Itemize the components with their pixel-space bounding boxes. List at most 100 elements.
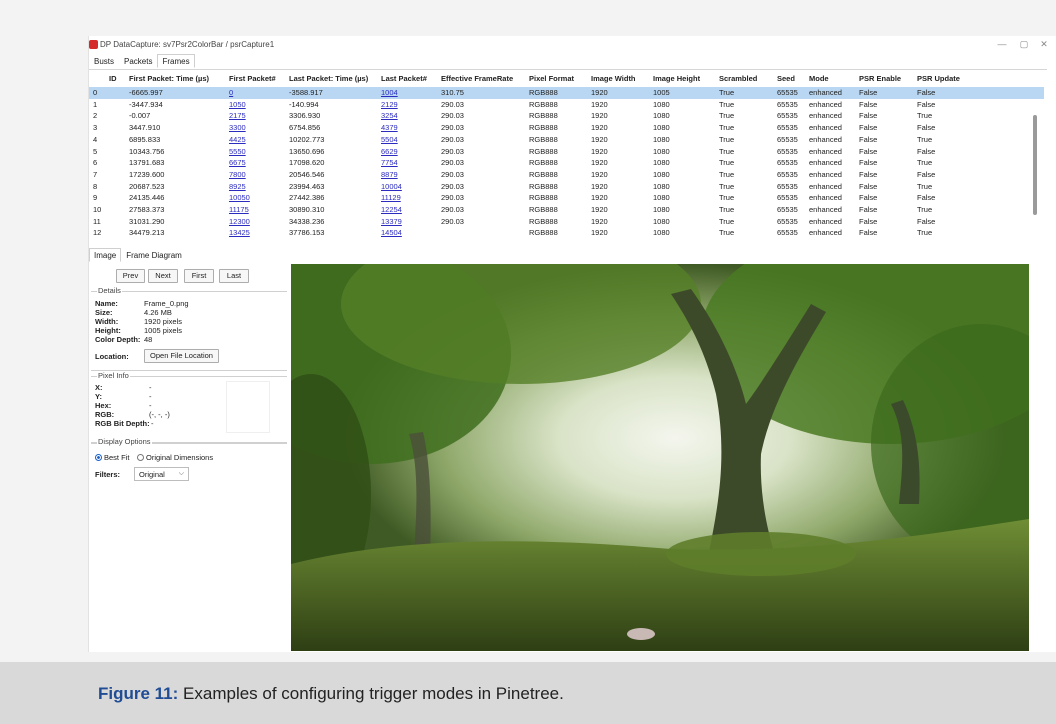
table-cell: 65535	[777, 88, 798, 97]
frame-image-preview[interactable]	[291, 264, 1029, 651]
packet-link[interactable]: 7800	[229, 170, 246, 179]
table-cell: RGB888	[529, 88, 558, 97]
packet-link[interactable]: 13425	[229, 228, 250, 237]
table-cell: 0	[93, 88, 98, 97]
table-cell: 1920	[591, 99, 608, 109]
packet-link[interactable]: 0	[229, 88, 233, 97]
table-cell: 1080	[653, 99, 670, 109]
packet-link[interactable]: 5550	[229, 147, 246, 156]
original-dimensions-radio[interactable]: Original Dimensions	[137, 453, 213, 462]
packet-link[interactable]: 5504	[381, 135, 398, 144]
table-cell: True	[719, 99, 735, 109]
table-row[interactable]: 1 -3447.934 1050 -140.994 2129 290.03 RGB888 19…	[89, 99, 1044, 111]
table-cell: 65535	[777, 123, 798, 133]
packet-link[interactable]: 1004	[381, 88, 398, 97]
packet-link[interactable]: 6675	[229, 158, 246, 167]
table-cell: 23994.463	[289, 181, 325, 191]
packet-link[interactable]: 8879	[381, 170, 398, 179]
table-row[interactable]: 8 20687.523 8925 23994.463 10004 290.03 RGB888…	[89, 181, 1044, 193]
packet-link[interactable]: 4425	[229, 135, 246, 144]
table-cell: 17239.600	[129, 169, 165, 179]
packet-link[interactable]: 12300	[229, 217, 250, 226]
table-cell: 65535	[777, 169, 798, 179]
table-row[interactable]: 9 24135.446 10050 27442.386 11129 290.03 RGB88…	[89, 192, 1044, 204]
x-value: -	[149, 383, 152, 392]
column-header[interactable]: PSR Enable	[859, 74, 901, 83]
next-button[interactable]: Next	[148, 269, 178, 283]
column-header[interactable]: Pixel Format	[529, 74, 574, 83]
table-row[interactable]: 7 17239.600 7800 20546.546 8879 290.03 RGB888 1…	[89, 169, 1044, 181]
table-cell: 290.03	[441, 169, 464, 179]
packet-link[interactable]: 12254	[381, 205, 402, 214]
column-header[interactable]: Image Height	[653, 74, 700, 83]
column-header[interactable]: Seed	[777, 74, 795, 83]
packet-link[interactable]: 10004	[381, 182, 402, 191]
tab-frames[interactable]: Frames	[157, 54, 195, 68]
column-header[interactable]: Scrambled	[719, 74, 757, 83]
prev-button[interactable]: Prev	[116, 269, 145, 283]
table-cell: 290.03	[441, 158, 464, 168]
packet-link[interactable]: 6629	[381, 147, 398, 156]
table-row[interactable]: 12 34479.213 13425 37786.153 14504 RGB888 1920…	[89, 227, 1044, 239]
close-button[interactable]: ✕	[1037, 39, 1051, 50]
table-cell: 290.03	[441, 146, 464, 156]
column-header[interactable]: Last Packet#	[381, 74, 427, 83]
table-row[interactable]: 4 6895.833 4425 10202.773 5504 290.03 RGB888 19…	[89, 134, 1044, 146]
packet-link[interactable]: 14504	[381, 228, 402, 237]
table-row[interactable]: 5 10343.756 5550 13650.696 6629 290.03 RGB888 1…	[89, 146, 1044, 158]
column-header[interactable]: PSR Update	[917, 74, 960, 83]
app-logo-icon	[89, 40, 98, 49]
table-cell: True	[719, 169, 735, 179]
packet-link[interactable]: 3300	[229, 123, 246, 132]
first-button[interactable]: First	[184, 269, 214, 283]
table-row[interactable]: 11 31031.290 12300 34338.236 13379 290.03 RGB8…	[89, 216, 1044, 228]
table-row[interactable]: 0 -6665.997 0 -3588.917 1004 310.75 RGB888 1920…	[89, 87, 1044, 99]
table-cell: 1920	[591, 181, 608, 191]
best-fit-radio[interactable]: Best Fit	[95, 453, 129, 462]
packet-link[interactable]: 11175	[229, 205, 249, 214]
table-cell: RGB888	[529, 146, 558, 156]
tab-image[interactable]: Image	[89, 248, 122, 262]
packet-link[interactable]: 11129	[381, 193, 401, 202]
table-cell: 65535	[777, 146, 798, 156]
table-cell: 34479.213	[129, 228, 165, 238]
table-cell: False	[917, 99, 936, 109]
packet-link[interactable]: 8925	[229, 182, 246, 191]
table-row[interactable]: 2 -0.007 2175 3306.930 3254 290.03 RGB888 1920 1…	[89, 110, 1044, 122]
table-row[interactable]: 10 27583.373 11175 30890.310 12254 290.03 RGB8…	[89, 204, 1044, 216]
table-cell: 10	[93, 205, 102, 214]
column-header[interactable]: ID	[109, 74, 117, 83]
packet-link[interactable]: 2129	[381, 100, 398, 109]
last-button[interactable]: Last	[219, 269, 249, 283]
table-cell: True	[719, 193, 735, 203]
maximize-button[interactable]: ▢	[1017, 39, 1031, 50]
packet-link[interactable]: 4379	[381, 123, 398, 132]
column-header[interactable]: Mode	[809, 74, 829, 83]
table-cell: 37786.153	[289, 228, 325, 238]
table-row[interactable]: 6 13791.683 6675 17098.620 7754 290.03 RGB888 1…	[89, 157, 1044, 169]
table-row[interactable]: 3 3447.910 3300 6754.856 4379 290.03 RGB888 192…	[89, 122, 1044, 134]
height-value: 1005 pixels	[144, 326, 182, 335]
minimize-button[interactable]: —	[995, 39, 1009, 49]
table-cell: RGB888	[529, 205, 558, 214]
table-cell: -3588.917	[289, 88, 323, 97]
tab-frame-diagram[interactable]: Frame Diagram	[121, 248, 187, 262]
tab-packets[interactable]: Packets	[119, 54, 157, 68]
packet-link[interactable]: 7754	[381, 158, 398, 167]
tab-bursts[interactable]: Busts	[89, 54, 119, 68]
column-header[interactable]: First Packet#	[229, 74, 276, 83]
packet-link[interactable]: 1050	[229, 100, 246, 109]
packet-link[interactable]: 13379	[381, 217, 402, 226]
filters-dropdown[interactable]: Original ⌵	[134, 467, 189, 481]
column-header[interactable]: First Packet: Time (µs)	[129, 74, 209, 83]
table-cell: 65535	[777, 205, 798, 214]
column-header[interactable]: Effective FrameRate	[441, 74, 513, 83]
column-header[interactable]: Image Width	[591, 74, 636, 83]
column-header[interactable]: Last Packet: Time (µs)	[289, 74, 368, 83]
vertical-scrollbar[interactable]	[1033, 115, 1037, 215]
packet-link[interactable]: 10050	[229, 193, 250, 202]
table-cell: RGB888	[529, 99, 558, 109]
open-file-location-button[interactable]: Open File Location	[144, 349, 219, 363]
packet-link[interactable]: 2175	[229, 111, 246, 120]
packet-link[interactable]: 3254	[381, 111, 398, 120]
